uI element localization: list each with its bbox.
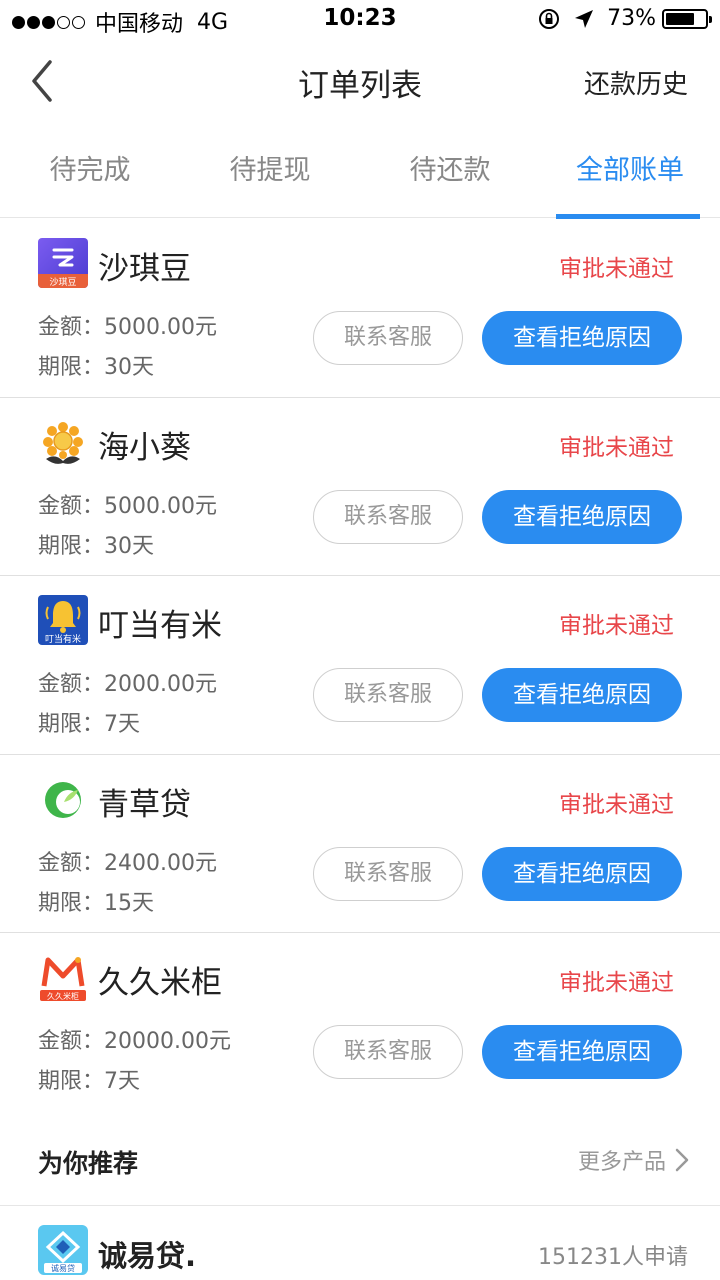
view-rejection-reason-button[interactable]: 查看拒绝原因	[482, 1025, 682, 1079]
status-right: 73%	[537, 6, 712, 31]
product-name: 青草贷	[98, 786, 191, 823]
order-item: 久久米柜 久久米柜 审批未通过 金额：20000.00元 期限：7天 联系客服 …	[0, 933, 720, 1112]
m-letter-logo-icon: 久久米柜	[38, 952, 88, 1002]
location-arrow-icon	[575, 9, 594, 28]
tab-bar: 待完成 待提现 待还款 全部账单	[0, 122, 720, 219]
order-term: 期限：7天	[38, 1069, 140, 1094]
status-badge: 审批未通过	[559, 970, 674, 996]
contact-service-button[interactable]: 联系客服	[313, 846, 463, 901]
order-amount: 金额：2000.00元	[38, 672, 217, 697]
logo-text: 沙琪豆	[49, 276, 76, 288]
recommend-item[interactable]: 诚易贷 诚易贷. 151231人申请	[0, 1207, 720, 1280]
tab-all-bills[interactable]: 全部账单	[540, 122, 720, 219]
order-term: 期限：30天	[38, 355, 154, 380]
battery-icon	[662, 8, 712, 29]
contact-service-button[interactable]: 联系客服	[313, 489, 463, 544]
status-bar: 中国移动 4G 10:23 73%	[0, 0, 720, 40]
order-term: 期限：7天	[38, 712, 140, 737]
recommend-product-name: 诚易贷.	[98, 1239, 197, 1273]
view-rejection-reason-button[interactable]: 查看拒绝原因	[482, 489, 682, 544]
status-badge: 审批未通过	[559, 256, 674, 282]
order-term: 期限：15天	[38, 890, 154, 916]
battery-percent: 73%	[607, 6, 656, 31]
recommend-title: 为你推荐	[38, 1149, 139, 1178]
view-rejection-reason-button[interactable]: 查看拒绝原因	[482, 668, 682, 722]
status-badge: 审批未通过	[559, 434, 674, 461]
order-item: 沙琪豆 沙琪豆 审批未通过 金额：5000.00元 期限：30天 联系客服 查看…	[0, 219, 720, 398]
order-item: 海小葵 审批未通过 金额：5000.00元 期限：30天 联系客服 查看拒绝原因	[0, 398, 720, 576]
green-leaf-logo-icon	[38, 773, 88, 824]
contact-service-button[interactable]: 联系客服	[313, 311, 463, 365]
sunflower-logo-icon	[38, 416, 88, 467]
more-products-link[interactable]: 更多产品	[578, 1144, 690, 1176]
nav-bar: 订单列表 还款历史	[0, 40, 720, 122]
order-amount: 金额：20000.00元	[38, 1029, 231, 1054]
product-name: 沙琪豆	[98, 251, 191, 287]
order-amount: 金额：2400.00元	[38, 850, 217, 876]
tab-pending-complete[interactable]: 待完成	[0, 122, 180, 218]
status-badge: 审批未通过	[559, 613, 674, 639]
order-list: 沙琪豆 沙琪豆 审批未通过 金额：5000.00元 期限：30天 联系客服 查看…	[0, 219, 720, 1112]
recommend-header: 为你推荐 更多产品	[0, 1118, 720, 1206]
order-amount: 金额：5000.00元	[38, 493, 217, 519]
view-rejection-reason-button[interactable]: 查看拒绝原因	[482, 311, 682, 365]
tab-pending-withdraw[interactable]: 待提现	[180, 122, 360, 218]
product-name: 海小葵	[98, 429, 191, 466]
status-badge: 审批未通过	[559, 791, 674, 818]
chevron-right-icon	[675, 1148, 689, 1172]
more-products-label: 更多产品	[577, 1150, 666, 1175]
order-term: 期限：30天	[38, 533, 154, 559]
bell-logo-icon: 叮当有米	[38, 595, 88, 645]
chengyidai-logo-icon: 诚易贷	[38, 1225, 88, 1275]
shaqidou-logo-icon: 沙琪豆	[38, 238, 88, 288]
product-name: 叮当有米	[98, 608, 222, 644]
product-name: 久久米柜	[98, 965, 222, 1001]
order-amount: 金额：5000.00元	[38, 315, 217, 340]
tab-pending-repay[interactable]: 待还款	[360, 122, 540, 218]
logo-text: 久久米柜	[47, 991, 79, 1001]
battery-fill	[666, 12, 694, 25]
repayment-history-link[interactable]: 还款历史	[584, 64, 688, 101]
contact-service-button[interactable]: 联系客服	[313, 668, 463, 722]
order-item: 青草贷 审批未通过 金额：2400.00元 期限：15天 联系客服 查看拒绝原因	[0, 755, 720, 933]
logo-text: 叮当有米	[45, 633, 81, 645]
contact-service-button[interactable]: 联系客服	[313, 1025, 463, 1079]
screen: 中国移动 4G 10:23 73% 订单列表 还款历史 待完成 待提现 待还款 …	[0, 0, 720, 1280]
order-item: 叮当有米 叮当有米 审批未通过 金额：2000.00元 期限：7天 联系客服 查…	[0, 576, 720, 755]
rotation-lock-icon	[539, 8, 560, 29]
applicant-count: 151231人申请	[538, 1245, 688, 1270]
logo-text: 诚易贷	[51, 1263, 75, 1273]
view-rejection-reason-button[interactable]: 查看拒绝原因	[482, 846, 682, 901]
